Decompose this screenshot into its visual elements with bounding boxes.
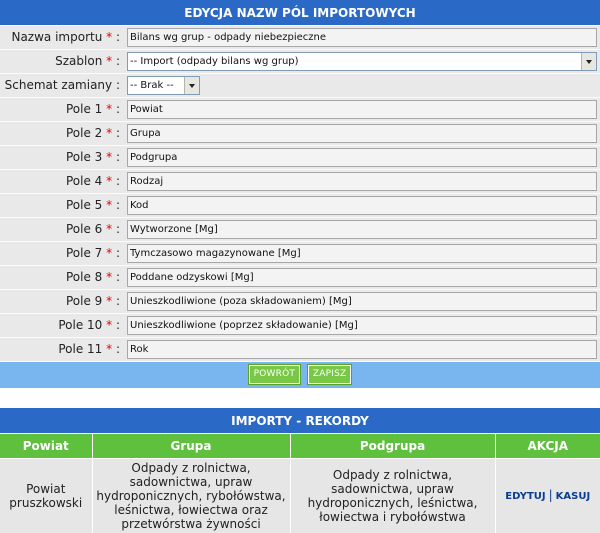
chevron-down-icon[interactable] [581,53,596,70]
form-row-mapping-scheme: Schemat zamiany : -- Brak -- [0,74,600,98]
records-title: IMPORTY - REKORDY [0,408,600,434]
column-header-actions: AKCJA [495,434,600,459]
form-row-field-4: Pole 4 * : [0,170,600,194]
field-3-input[interactable] [127,148,597,167]
form-row-field-5: Pole 5 * : [0,194,600,218]
field-8-input[interactable] [127,268,597,287]
field-1-input[interactable] [127,100,597,119]
save-button[interactable]: ZAPISZ [306,364,353,385]
records-table: Powiat Grupa Podgrupa AKCJA Powiat prusz… [0,434,600,533]
field-5-input[interactable] [127,196,597,215]
template-select[interactable]: -- Import (odpady bilans wg grup) [127,52,597,71]
form-button-bar: POWRÓT ZAPISZ [0,362,600,388]
field-label: Nazwa importu * : [11,30,120,44]
field-label: Pole 8 * : [65,270,120,284]
field-6-input[interactable] [127,220,597,239]
field-label: Pole 7 * : [65,246,120,260]
column-header-powiat[interactable]: Powiat [0,434,93,459]
form-row-field-1: Pole 1 * : [0,98,600,122]
field-label: Pole 11 * : [58,342,120,356]
page: EDYCJA NAZW PÓL IMPORTOWYCH Nazwa import… [0,0,600,533]
field-label: Pole 5 * : [65,198,120,212]
cell-grupa: Odpady z rolnictwa, sadownictwa, upraw h… [92,458,291,533]
edit-link[interactable]: EDYTUJ [505,491,545,502]
mapping-scheme-select[interactable]: -- Brak -- [127,76,200,95]
field-label: Szablon * : [55,54,120,68]
field-label: Pole 6 * : [65,222,120,236]
delete-link[interactable]: KASUJ [556,491,591,502]
form-row-field-7: Pole 7 * : [0,242,600,266]
records-panel: IMPORTY - REKORDY Powiat Grupa Podgrupa … [0,408,600,533]
table-row: Powiat pruszkowski Odpady z rolnictwa, s… [0,458,600,533]
form-row-field-9: Pole 9 * : [0,290,600,314]
table-header-row: Powiat Grupa Podgrupa AKCJA [0,434,600,459]
form-row-field-2: Pole 2 * : [0,122,600,146]
field-label: Pole 2 * : [65,126,120,140]
import-name-input[interactable] [127,28,597,47]
field-11-input[interactable] [127,340,597,359]
cell-podgrupa: Odpady z rolnictwa, sadownictwa, upraw h… [290,458,496,533]
field-label: Pole 4 * : [65,174,120,188]
section-gap [0,388,600,408]
column-header-podgrupa[interactable]: Podgrupa [290,434,496,459]
field-label: Pole 10 * : [58,318,120,332]
form-row-field-3: Pole 3 * : [0,146,600,170]
field-2-input[interactable] [127,124,597,143]
field-label: Pole 1 * : [65,102,120,116]
field-9-input[interactable] [127,292,597,311]
cell-actions: EDYTUJ | KASUJ [495,458,600,533]
field-label: Pole 9 * : [65,294,120,308]
form-row-field-6: Pole 6 * : [0,218,600,242]
field-4-input[interactable] [127,172,597,191]
field-10-input[interactable] [127,316,597,335]
chevron-down-icon[interactable] [184,77,199,94]
back-button[interactable]: POWRÓT [247,364,302,385]
column-header-grupa[interactable]: Grupa [92,434,291,459]
action-separator: | [548,487,553,502]
field-label: Pole 3 * : [65,150,120,164]
form-row-field-10: Pole 10 * : [0,314,600,338]
field-7-input[interactable] [127,244,597,263]
form-row-field-11: Pole 11 * : [0,338,600,362]
edit-form-title: EDYCJA NAZW PÓL IMPORTOWYCH [0,0,600,26]
form-row-template: Szablon * : -- Import (odpady bilans wg … [0,50,600,74]
form-row-import-name: Nazwa importu * : [0,26,600,50]
field-label: Schemat zamiany : [4,78,120,92]
edit-form-panel: EDYCJA NAZW PÓL IMPORTOWYCH Nazwa import… [0,0,600,388]
form-row-field-8: Pole 8 * : [0,266,600,290]
cell-powiat: Powiat pruszkowski [0,458,93,533]
